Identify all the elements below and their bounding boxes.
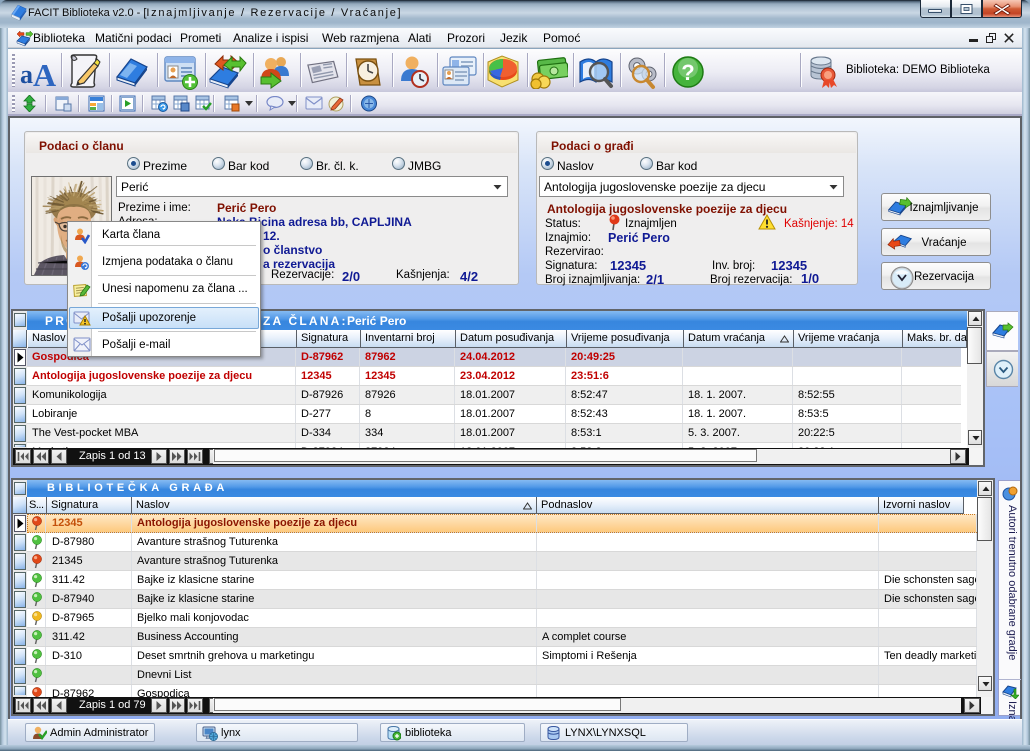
svg-text:a: a — [20, 60, 33, 89]
svg-text:A: A — [33, 57, 56, 89]
svg-text:?: ? — [681, 60, 694, 85]
